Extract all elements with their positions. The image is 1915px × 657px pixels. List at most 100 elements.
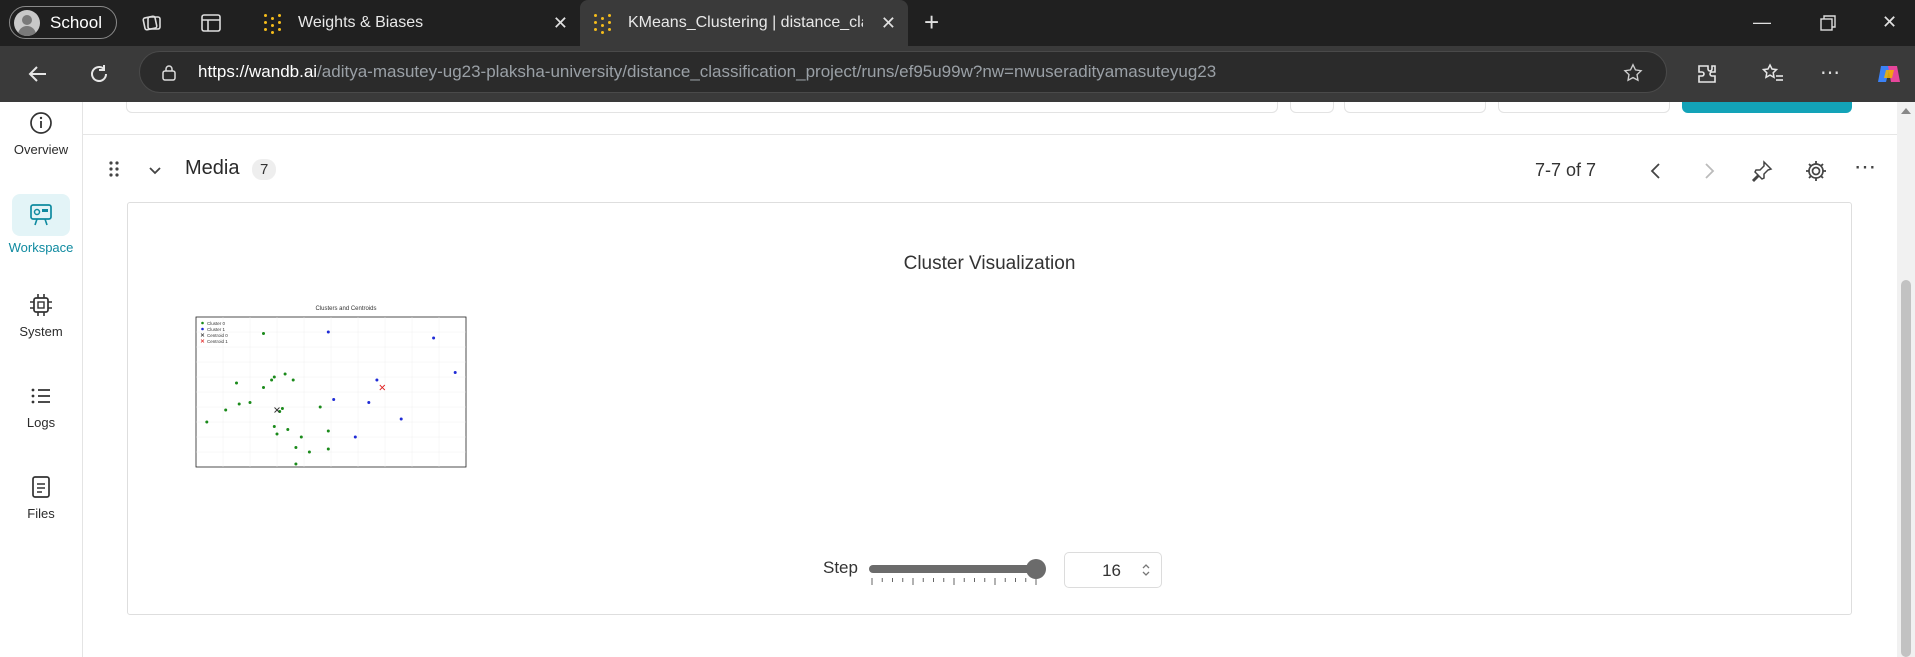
url-host: https://wandb.ai [198, 62, 318, 81]
tab-kmeans-clustering[interactable]: KMeans_Clustering | distance_clas ✕ [580, 0, 908, 46]
scrollbar-thumb[interactable] [1901, 280, 1911, 657]
copilot-icon[interactable] [1875, 60, 1903, 88]
data-point [270, 378, 274, 382]
profile-label: School [50, 12, 102, 32]
step-slider[interactable] [866, 558, 1046, 588]
workspace-icon [30, 204, 52, 226]
panel-title: Cluster Visualization [903, 253, 1076, 274]
sidebar-item-logs[interactable]: Logs [0, 383, 82, 430]
address-bar-row: https://wandb.ai/aditya-masutey-ug23-pla… [0, 46, 1915, 102]
data-point [280, 407, 284, 410]
data-point [294, 462, 298, 466]
more-options-icon[interactable]: ⋯ [1854, 154, 1876, 180]
clipped-primary-button[interactable] [1682, 102, 1852, 113]
data-point [353, 435, 357, 439]
chevron-down-icon[interactable] [148, 166, 162, 176]
profile-button[interactable]: School [9, 6, 117, 39]
slider-knob[interactable] [1026, 559, 1046, 579]
slider-ticks [871, 578, 1037, 585]
chip-icon [30, 294, 52, 316]
more-menu-icon[interactable]: ⋯ [1820, 60, 1840, 85]
legend-label: Cluster 0 [207, 321, 226, 326]
close-tab-icon[interactable]: ✕ [553, 13, 568, 34]
data-point [332, 398, 336, 401]
chevron-right-icon[interactable] [1696, 158, 1722, 184]
stepper-arrows-icon[interactable] [1141, 562, 1151, 578]
data-point [283, 372, 287, 376]
avatar [14, 9, 40, 36]
workspaces-icon[interactable] [140, 11, 164, 35]
data-point [367, 401, 371, 404]
chevron-left-icon[interactable] [1643, 158, 1669, 184]
data-point [326, 429, 330, 433]
data-point [326, 447, 330, 451]
sidebar-item-system[interactable]: System [0, 292, 82, 339]
gear-icon[interactable] [1803, 158, 1829, 184]
new-tab-icon[interactable]: + [924, 7, 939, 38]
sidebar-item-label: Overview [13, 142, 69, 157]
legend-label: Centroid 0 [207, 333, 228, 338]
clipped-search-field[interactable] [126, 102, 1278, 113]
browser-tab-bar: School Weights & Biases ✕ KMeans_Cluster… [0, 0, 1915, 46]
sidebar-item-files[interactable]: Files [0, 474, 82, 521]
cluster-visualization-panel[interactable]: Cluster Visualization Clusters and Centr… [127, 202, 1852, 615]
url-path: /aditya-masutey-ug23-plaksha-university/… [317, 62, 1217, 81]
back-icon[interactable] [26, 62, 50, 86]
clipped-button[interactable] [1498, 102, 1670, 113]
legend-label: Cluster 1 [207, 327, 226, 332]
data-point [205, 420, 209, 424]
data-point [262, 386, 265, 389]
tab-weights-biases[interactable]: Weights & Biases ✕ [250, 0, 580, 46]
data-point [375, 378, 379, 382]
tab-title: Weights & Biases [298, 14, 424, 31]
data-point [399, 417, 403, 421]
data-point [299, 435, 303, 439]
data-point [318, 405, 322, 409]
data-point [326, 330, 330, 334]
data-point [432, 336, 436, 340]
extensions-icon[interactable] [1695, 62, 1719, 86]
chart-title: Clusters and Centroids [315, 306, 376, 312]
sidebar-item-workspace[interactable]: Workspace [0, 194, 82, 255]
minimize-icon[interactable]: — [1753, 12, 1771, 33]
clipped-toolbar [82, 102, 1897, 135]
step-number-input[interactable]: 16 [1064, 552, 1162, 588]
data-point [286, 428, 290, 431]
clipped-button[interactable] [1344, 102, 1486, 113]
legend-swatch [201, 321, 204, 325]
favorites-icon[interactable] [1761, 62, 1785, 86]
wandb-page: Overview Workspace System Logs Files Med… [0, 102, 1915, 657]
url-field[interactable]: https://wandb.ai/aditya-masutey-ug23-pla… [139, 51, 1667, 93]
sidebar-item-label: System [19, 324, 63, 339]
step-label: Step [823, 558, 858, 577]
data-point [248, 401, 252, 404]
vertical-tabs-icon[interactable] [199, 11, 223, 35]
lock-icon[interactable] [162, 64, 176, 81]
data-point [272, 425, 276, 428]
sidebar-item-overview[interactable]: Overview [0, 110, 82, 157]
data-point [291, 378, 295, 382]
media-section-header: Media 7 7-7 of 7 ⋯ [82, 134, 1897, 194]
run-sidebar: Overview Workspace System Logs Files [0, 102, 83, 657]
page-scrollbar[interactable] [1897, 102, 1915, 657]
wandb-logo-icon [262, 12, 284, 34]
refresh-icon[interactable] [87, 62, 111, 86]
pin-icon[interactable] [1749, 158, 1775, 184]
data-point [262, 332, 265, 335]
tab-title: KMeans_Clustering | distance_clas [628, 14, 863, 31]
scroll-up-icon[interactable] [1901, 108, 1911, 114]
sidebar-item-label: Logs [26, 415, 56, 430]
workspace-icon-box [12, 194, 70, 236]
restore-icon[interactable] [1816, 11, 1840, 35]
cluster-scatter-image[interactable]: Clusters and Centroids Cluster 0Cluster … [176, 302, 476, 477]
list-icon [31, 388, 50, 404]
clipped-button[interactable] [1290, 102, 1334, 113]
data-point [294, 446, 298, 449]
section-count-badge: 7 [252, 159, 277, 180]
step-value: 16 [1102, 561, 1121, 580]
close-tab-icon[interactable]: ✕ [881, 13, 896, 34]
wandb-logo-icon [592, 12, 614, 34]
favorite-star-icon[interactable] [1622, 62, 1644, 84]
close-window-icon[interactable]: ✕ [1882, 12, 1897, 33]
drag-handle-icon[interactable] [108, 160, 120, 178]
